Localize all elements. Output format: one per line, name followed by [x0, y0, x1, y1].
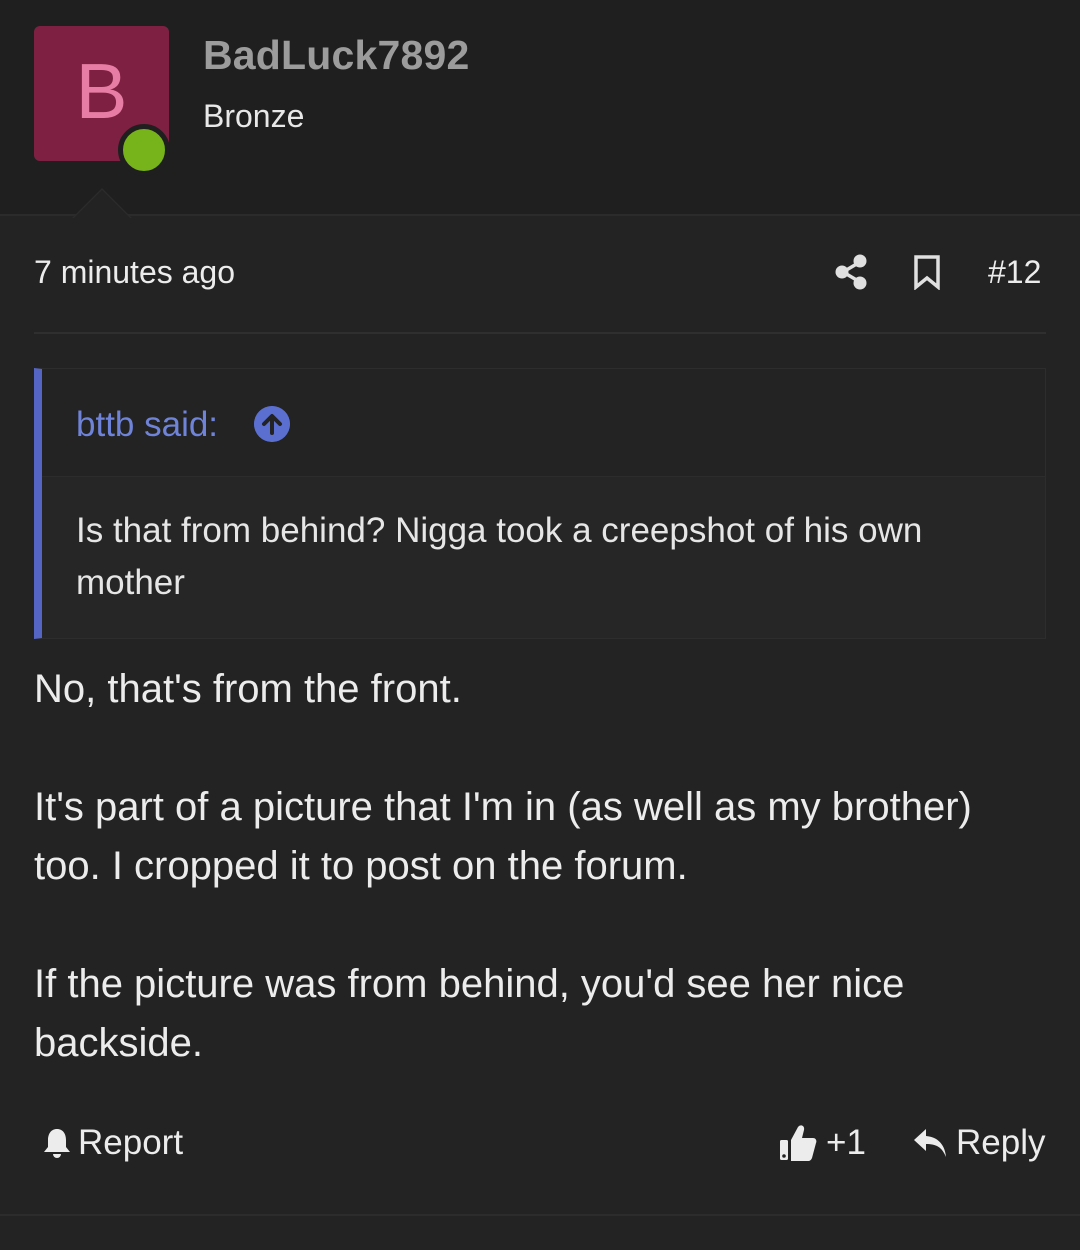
header-pointer — [72, 188, 132, 218]
forum-post: B BadLuck7892 Bronze 7 minutes ago #12 b… — [0, 0, 1080, 1250]
bell-icon — [44, 1129, 70, 1158]
divider — [34, 332, 1046, 334]
post-user-header: B BadLuck7892 Bronze — [0, 0, 1080, 218]
report-button[interactable]: Report — [42, 1120, 183, 1166]
post-paragraph: No, that's from the front. — [34, 667, 462, 711]
bookmark-icon[interactable] — [912, 254, 942, 290]
post-body: No, that's from the front. It's part of … — [34, 660, 1044, 1132]
report-label: Report — [78, 1123, 184, 1162]
reply-button[interactable]: Reply — [912, 1120, 1045, 1166]
like-count: +1 — [826, 1123, 866, 1162]
user-rank-title: Bronze — [203, 98, 305, 134]
arrow-up-circle-icon[interactable] — [254, 406, 290, 442]
quote-header: bttb said: — [42, 369, 1045, 477]
divider — [0, 1214, 1080, 1216]
quote-block: bttb said: Is that from behind? Nigga to… — [34, 368, 1046, 639]
like-button[interactable]: +1 — [778, 1120, 866, 1166]
quote-text: Is that from behind? Nigga took a creeps… — [76, 511, 923, 602]
post-paragraph: If the picture was from behind, you'd se… — [34, 962, 905, 1065]
post-timestamp[interactable]: 7 minutes ago — [34, 254, 235, 291]
quote-author[interactable]: bttb said: — [76, 405, 218, 445]
post-paragraph: It's part of a picture that I'm in (as w… — [34, 785, 972, 888]
username-link[interactable]: BadLuck7892 — [203, 32, 470, 79]
online-status-icon — [118, 124, 170, 176]
post-number-link[interactable]: #12 — [988, 254, 1041, 291]
avatar-letter: B — [75, 46, 128, 135]
thumbs-up-icon — [780, 1125, 817, 1161]
reply-arrow-icon — [914, 1129, 946, 1157]
reply-label: Reply — [956, 1123, 1046, 1162]
share-icon[interactable] — [834, 254, 868, 290]
